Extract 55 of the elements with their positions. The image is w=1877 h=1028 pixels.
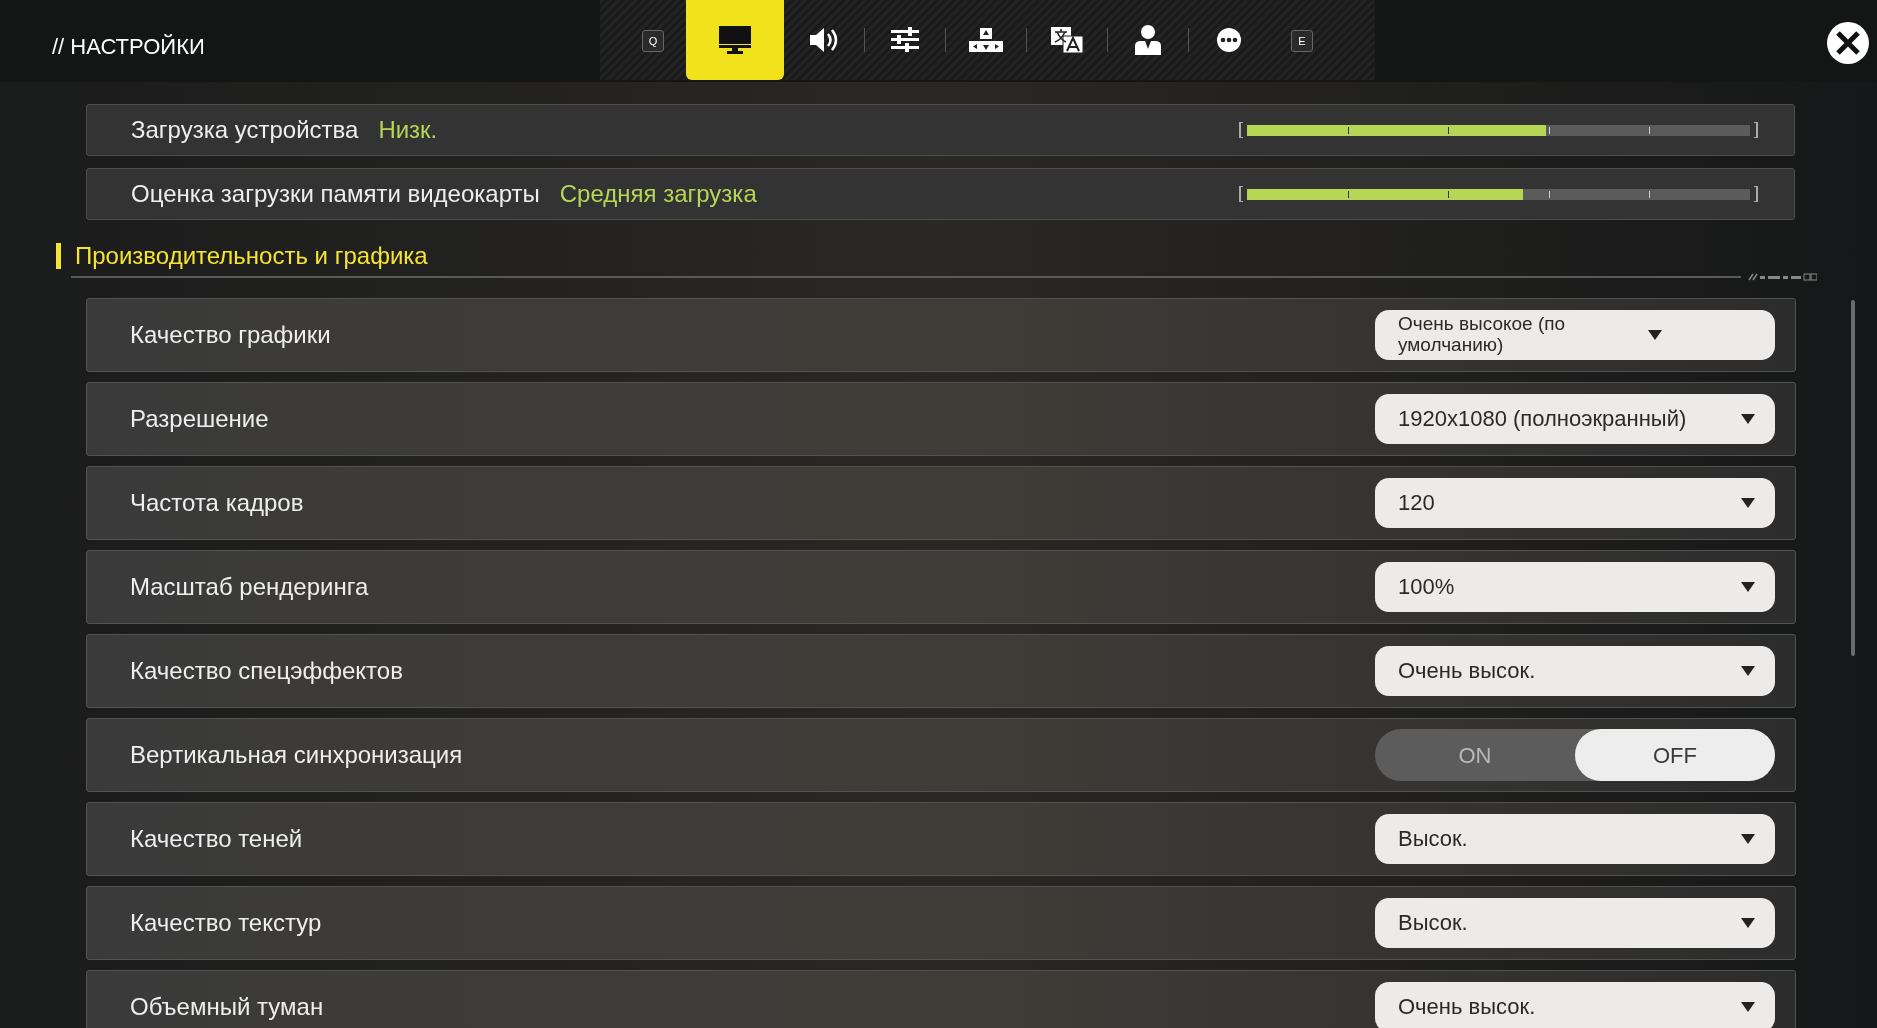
setting-label: Качество текстур (130, 908, 323, 938)
setting-label: Масштаб рендеринга (130, 572, 370, 602)
dropdown-value: Очень высок. (1398, 994, 1537, 1020)
caret-icon (1741, 918, 1755, 928)
decor-marks-icon (1747, 272, 1817, 282)
caret-icon (1741, 582, 1755, 592)
caret-icon (1741, 414, 1755, 424)
dropdown[interactable]: Высок. (1375, 814, 1775, 864)
key-hint[interactable]: E (1291, 30, 1313, 52)
dropdown[interactable]: Очень высок. (1375, 646, 1775, 696)
setting-label: Качество спецэффектов (130, 656, 404, 686)
monitor-icon (718, 25, 752, 55)
meter-label: Оценка загрузки памяти видеокарты (131, 179, 540, 209)
toggle-option[interactable]: OFF (1575, 729, 1775, 781)
dropdown[interactable]: Очень высокое (по умолчанию) (1375, 310, 1775, 360)
setting-label: Качество теней (130, 824, 304, 854)
dropdown-value: Высок. (1398, 910, 1469, 936)
meter-value: Средняя загрузка (559, 179, 757, 209)
dropdown-value: Очень высокое (по умолчанию) (1398, 314, 1567, 356)
dropdown[interactable]: Очень высок. (1375, 982, 1775, 1028)
meter-label: Загрузка устройства (131, 115, 359, 145)
dropdown-value: Высок. (1398, 826, 1469, 852)
dropdown[interactable]: Высок. (1375, 898, 1775, 948)
dropdown-value: 1920x1080 (полноэкранный) (1398, 406, 1688, 432)
setting-label: Качество графики (130, 320, 332, 350)
caret-icon (1741, 498, 1755, 508)
scrollbar[interactable] (1851, 300, 1855, 656)
setting-label: Объемный туман (130, 992, 325, 1022)
dropdown-value: 120 (1398, 490, 1436, 516)
more-icon (1216, 27, 1242, 53)
dropdown[interactable]: 120 (1375, 478, 1775, 528)
translate-icon (1050, 26, 1084, 54)
key-hint[interactable]: Q (642, 30, 664, 52)
caret-icon (1648, 330, 1662, 340)
sliders-icon (890, 27, 920, 53)
section-marker (56, 243, 61, 269)
page-title: // НАСТРОЙКИ (52, 34, 205, 59)
setting-label: Вертикальная синхронизация (130, 740, 464, 770)
settings-tab[interactable] (686, 0, 784, 80)
dropdown[interactable]: 100% (1375, 562, 1775, 612)
setting-label: Разрешение (130, 404, 270, 434)
dropdown[interactable]: 1920x1080 (полноэкранный) (1375, 394, 1775, 444)
arrow-keys-icon (969, 27, 1003, 53)
section-title: Производительность и графика (75, 241, 428, 271)
close-icon (1835, 30, 1861, 56)
dropdown-value: Очень высок. (1398, 658, 1537, 684)
person-icon (1134, 24, 1162, 56)
caret-icon (1741, 666, 1755, 676)
meter-value: Низк. (378, 115, 438, 145)
caret-icon (1741, 1002, 1755, 1012)
caret-icon (1741, 834, 1755, 844)
speaker-icon (808, 26, 840, 54)
close-button[interactable] (1827, 22, 1869, 64)
setting-label: Частота кадров (130, 488, 305, 518)
dropdown-value: 100% (1398, 574, 1456, 600)
